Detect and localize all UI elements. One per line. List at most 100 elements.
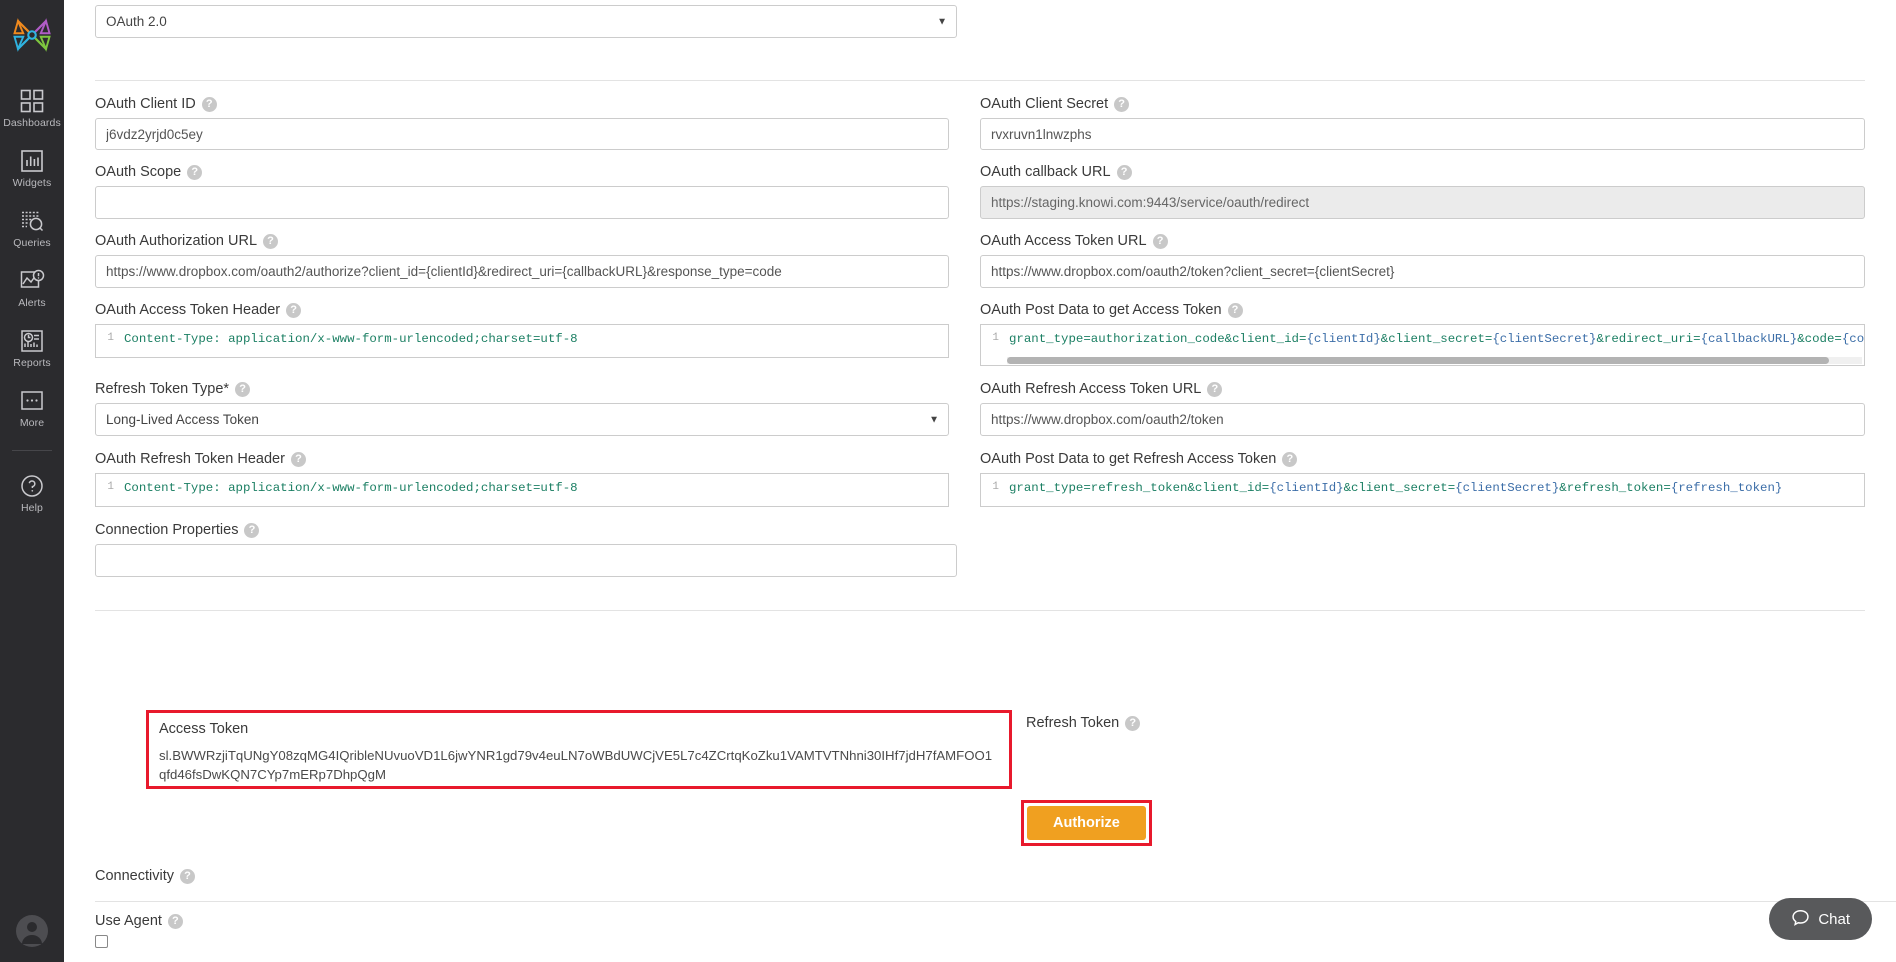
oauth-scope-label: OAuth Scope ? <box>95 164 949 180</box>
sidebar-item-reports[interactable]: Reports <box>0 322 64 373</box>
alert-icon <box>19 268 45 294</box>
section-divider <box>95 901 1896 902</box>
oauth-access-token-header-label: OAuth Access Token Header ? <box>95 302 949 318</box>
sidebar-divider <box>12 450 52 451</box>
help-icon[interactable]: ? <box>1207 382 1222 397</box>
oauth-client-secret-input[interactable] <box>980 118 1865 150</box>
oauth-access-token-url-input[interactable] <box>980 255 1865 288</box>
sidebar-item-queries[interactable]: Queries <box>0 202 64 253</box>
access-token-label: Access Token <box>159 721 999 737</box>
question-circle-icon <box>19 473 45 499</box>
sidebar-item-label: Alerts <box>18 297 45 309</box>
help-icon[interactable]: ? <box>235 382 250 397</box>
use-agent-checkbox[interactable] <box>95 935 108 948</box>
oauth-post-data-access-token-editor[interactable]: 1 grant_type=authorization_code&client_i… <box>980 324 1865 366</box>
help-icon[interactable]: ? <box>1117 165 1132 180</box>
oauth-callback-url-field: OAuth callback URL ? <box>980 164 1865 219</box>
oauth-authorization-url-label: OAuth Authorization URL ? <box>95 233 949 249</box>
grid-icon <box>19 88 45 114</box>
access-token-highlight-box: Access Token sl.BWWRzjiTqUNgY08zqMG4IQri… <box>146 710 1012 789</box>
knowi-logo[interactable] <box>11 14 53 56</box>
oauth-scope-input[interactable] <box>95 186 949 219</box>
help-icon[interactable]: ? <box>168 914 183 929</box>
authorize-highlight-box: Authorize <box>1021 800 1152 846</box>
help-icon[interactable]: ? <box>263 234 278 249</box>
help-icon[interactable]: ? <box>1114 97 1129 112</box>
oauth-access-token-header-editor[interactable]: 1 Content-Type: application/x-www-form-u… <box>95 324 949 358</box>
auth-type-row: OAuth 2.0 ▼ <box>64 0 1896 38</box>
sidebar-item-label: Dashboards <box>3 117 61 129</box>
urls-row: OAuth Authorization URL ? OAuth Access T… <box>64 219 1896 288</box>
help-icon[interactable]: ? <box>180 869 195 884</box>
oauth-client-id-input[interactable] <box>95 118 949 150</box>
help-icon[interactable]: ? <box>1153 234 1168 249</box>
refresh-token-type-select[interactable]: Long-Lived Access Token <box>95 403 949 436</box>
bar-chart-icon <box>19 148 45 174</box>
help-icon[interactable]: ? <box>291 452 306 467</box>
oauth-post-data-refresh-token-editor[interactable]: 1 grant_type=refresh_token&client_id={cl… <box>980 473 1865 507</box>
oauth-refresh-access-token-url-label: OAuth Refresh Access Token URL ? <box>980 381 1865 397</box>
access-token-value: sl.BWWRzjiTqUNgY08zqMG4IQribleNUvuoVD1L6… <box>159 746 999 784</box>
help-icon[interactable]: ? <box>1228 303 1243 318</box>
sidebar-item-dashboards[interactable]: Dashboards <box>0 82 64 133</box>
help-icon[interactable]: ? <box>187 165 202 180</box>
chat-bubble-icon <box>1791 908 1810 931</box>
oauth-client-id-field: OAuth Client ID ? <box>95 96 980 150</box>
code-text: Content-Type: application/x-www-form-url… <box>118 325 578 347</box>
sidebar-item-widgets[interactable]: Widgets <box>0 142 64 193</box>
oauth-access-token-header-field: OAuth Access Token Header ? 1 Content-Ty… <box>95 302 980 366</box>
help-icon[interactable]: ? <box>202 97 217 112</box>
oauth-access-token-url-field: OAuth Access Token URL ? <box>980 233 1865 288</box>
code-text: grant_type=authorization_code&client_id=… <box>1003 325 1864 347</box>
refresh-header-postdata-row: OAuth Refresh Token Header ? 1 Content-T… <box>64 436 1896 507</box>
sidebar-item-alerts[interactable]: Alerts <box>0 262 64 313</box>
user-avatar-icon <box>15 914 49 948</box>
section-divider <box>95 610 1865 611</box>
auth-type-select[interactable]: OAuth 2.0 <box>95 5 957 38</box>
help-icon[interactable]: ? <box>286 303 301 318</box>
oauth-callback-url-label: OAuth callback URL ? <box>980 164 1865 180</box>
oauth-refresh-token-header-field: OAuth Refresh Token Header ? 1 Content-T… <box>95 451 980 507</box>
refresh-token-label: Refresh Token <box>1026 715 1119 731</box>
oauth-access-token-url-label: OAuth Access Token URL ? <box>980 233 1865 249</box>
scope-callback-row: OAuth Scope ? OAuth callback URL ? <box>64 150 1896 219</box>
sidebar-item-label: More <box>20 417 44 429</box>
sidebar-item-label: Widgets <box>13 177 52 189</box>
oauth-refresh-token-header-editor[interactable]: 1 Content-Type: application/x-www-form-u… <box>95 473 949 507</box>
query-search-icon <box>19 208 45 234</box>
connection-properties-input[interactable] <box>95 544 957 577</box>
sidebar-item-label: Help <box>21 502 43 514</box>
authorize-button[interactable]: Authorize <box>1027 806 1146 840</box>
sidebar-item-more[interactable]: More <box>0 382 64 433</box>
oauth-post-data-refresh-token-field: OAuth Post Data to get Refresh Access To… <box>980 451 1865 507</box>
editor-scrollbar-thumb[interactable] <box>1007 357 1829 364</box>
oauth-authorization-url-input[interactable] <box>95 255 949 288</box>
use-agent-section: Use Agent ? <box>64 913 1896 953</box>
refresh-token-type-field: Refresh Token Type* ? Long-Lived Access … <box>95 381 980 436</box>
oauth-callback-url-input[interactable] <box>980 186 1865 219</box>
chat-widget[interactable]: Chat <box>1769 898 1872 940</box>
connectivity-label: Connectivity ? <box>95 868 1865 884</box>
sidebar-item-label: Reports <box>13 357 50 369</box>
oauth-refresh-access-token-url-field: OAuth Refresh Access Token URL ? <box>980 381 1865 436</box>
help-icon[interactable]: ? <box>244 523 259 538</box>
token-header-postdata-row: OAuth Access Token Header ? 1 Content-Ty… <box>64 288 1896 366</box>
oauth-client-secret-label: OAuth Client Secret ? <box>980 96 1865 112</box>
refresh-type-row: Refresh Token Type* ? Long-Lived Access … <box>64 366 1896 436</box>
refresh-token-type-label: Refresh Token Type* ? <box>95 381 949 397</box>
oauth-scope-field: OAuth Scope ? <box>95 164 980 219</box>
line-number: 1 <box>981 474 1003 493</box>
sidebar-item-label: Queries <box>13 237 50 249</box>
sidebar-item-help[interactable]: Help <box>0 467 64 518</box>
ellipsis-icon <box>19 388 45 414</box>
help-icon[interactable]: ? <box>1125 716 1140 731</box>
line-number: 1 <box>981 325 1003 344</box>
oauth-client-id-label: OAuth Client ID ? <box>95 96 949 112</box>
left-sidebar: Dashboards Widgets <box>0 0 64 962</box>
help-icon[interactable]: ? <box>1282 452 1297 467</box>
oauth-post-data-access-token-field: OAuth Post Data to get Access Token ? 1 … <box>980 302 1865 366</box>
oauth-refresh-access-token-url-input[interactable] <box>980 403 1865 436</box>
oauth-authorization-url-field: OAuth Authorization URL ? <box>95 233 980 288</box>
avatar[interactable] <box>0 914 64 948</box>
use-agent-label: Use Agent ? <box>95 913 1865 929</box>
